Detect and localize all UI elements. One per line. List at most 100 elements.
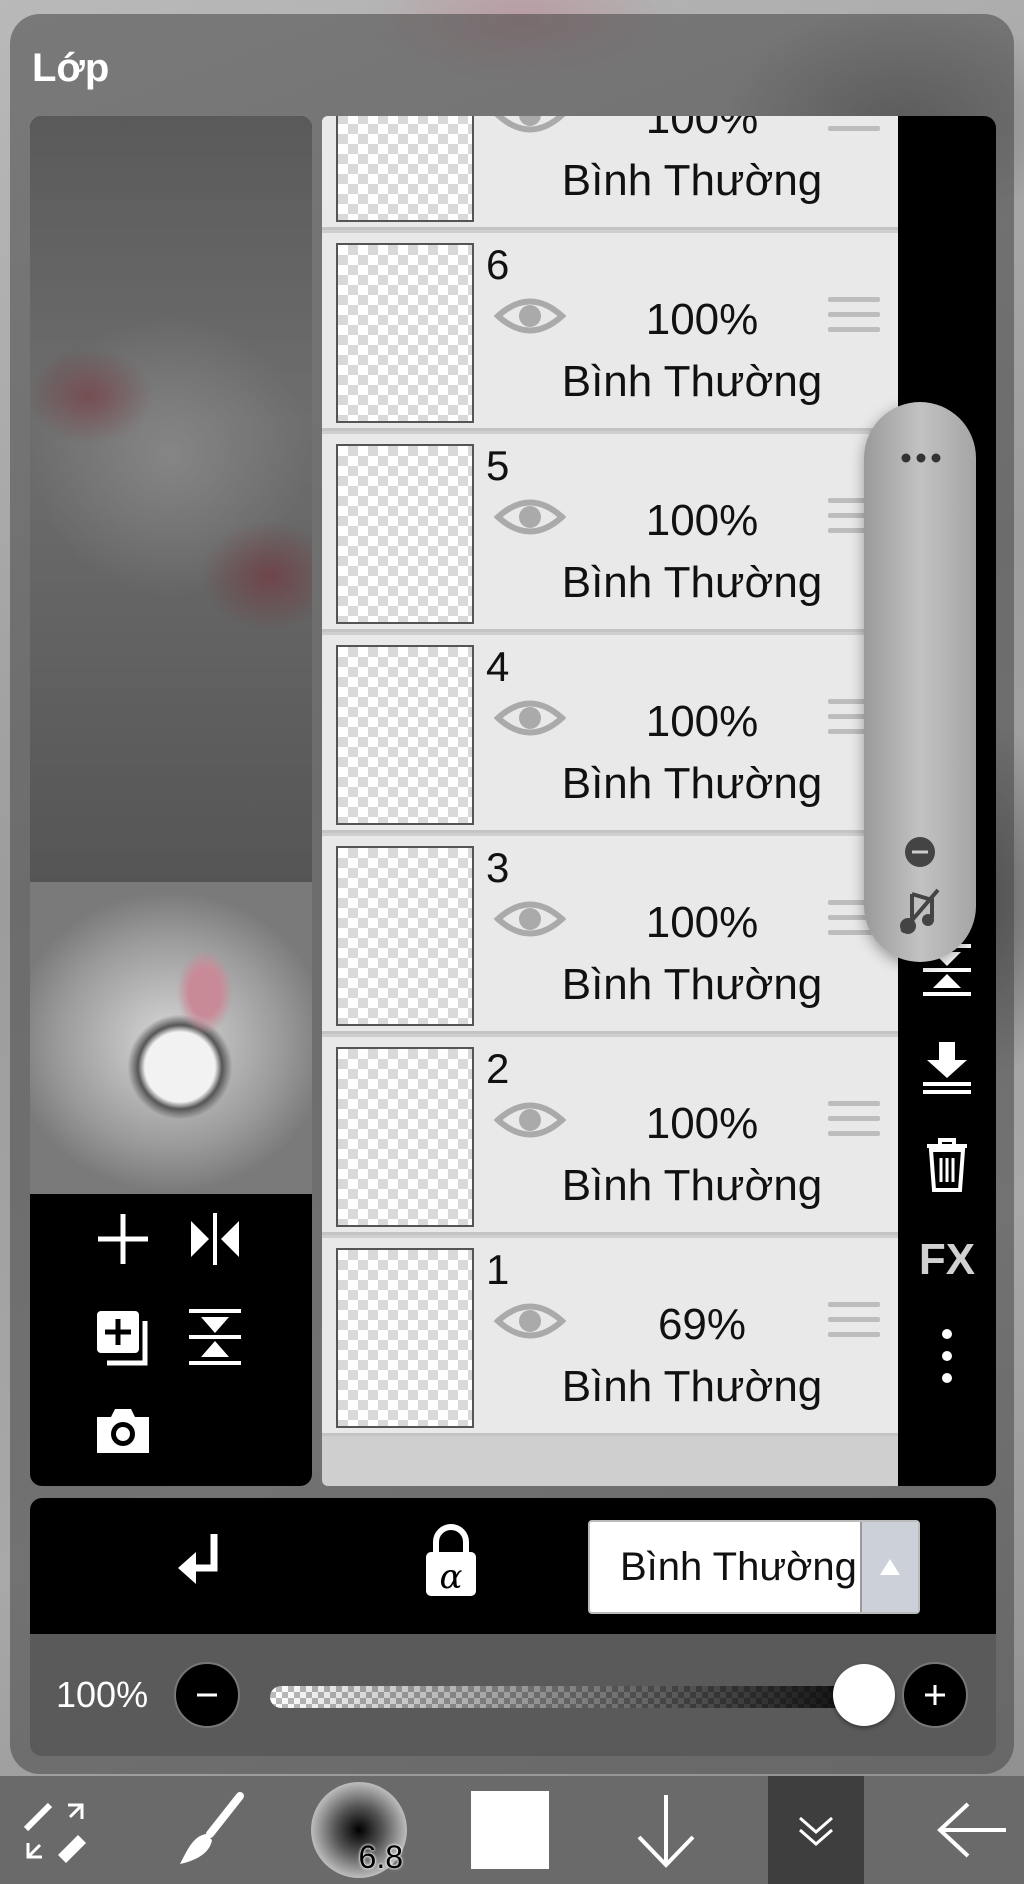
layer-number: 5: [486, 442, 510, 489]
layer-blend-mode: Bình Thường: [561, 558, 823, 607]
brush-size-button[interactable]: 6.8: [304, 1776, 414, 1884]
delete-layer-button[interactable]: [898, 1124, 996, 1204]
layer-row[interactable]: 2 100% Bình Thường: [322, 1037, 898, 1235]
layer-blend-mode: Bình Thường: [561, 1161, 823, 1210]
layer-blend-mode: Bình Thường: [561, 156, 823, 205]
layer-blend-mode: Bình Thường: [561, 759, 823, 808]
fx-label: FX: [918, 1235, 976, 1284]
layer-thumbnail: [336, 1248, 474, 1428]
layer-number: 3: [486, 844, 510, 891]
clip-icon: [178, 1534, 218, 1584]
layer-down-button[interactable]: [616, 1776, 716, 1884]
add-layer-icon: [98, 1214, 148, 1264]
collapse-panel-button[interactable]: [768, 1776, 864, 1884]
opacity-decrease-button[interactable]: [174, 1662, 240, 1728]
layer-number: 6: [486, 241, 510, 288]
camera-button[interactable]: [88, 1396, 158, 1466]
plus-icon: [925, 1685, 945, 1705]
opacity-label: 100%: [56, 1674, 149, 1715]
layer-opacity: 100%: [645, 295, 759, 344]
more-options-button[interactable]: [898, 1316, 996, 1396]
layer-thumbnail: [336, 444, 474, 624]
more-vertical-icon: [942, 1329, 952, 1383]
duplicate-layer-icon: [97, 1311, 148, 1366]
alpha-lock-button[interactable]: α: [422, 1524, 480, 1605]
layer-list[interactable]: 7100%Bình Thường6100%Bình Thường5100%Bìn…: [322, 116, 898, 1486]
layer-thumbnail: [336, 243, 474, 423]
layer-opacity: 100%: [645, 116, 759, 143]
layer-opacity: 100%: [645, 697, 759, 746]
layer-row[interactable]: 1 69% Bình Thường: [322, 1238, 898, 1436]
brush-eraser-switch-icon: [23, 1802, 86, 1863]
camera-icon: [97, 1409, 149, 1453]
layer-row[interactable]: 6 100% Bình Thường: [322, 233, 898, 431]
canvas-preview[interactable]: [30, 882, 312, 1194]
layer-thumbnail: [336, 846, 474, 1026]
opacity-slider-knob[interactable]: [833, 1664, 895, 1726]
bottom-toolbar: 6.8: [0, 1776, 1024, 1884]
duplicate-layer-button[interactable]: [88, 1302, 158, 1372]
minus-icon[interactable]: [904, 836, 936, 868]
eye-icon[interactable]: [494, 1296, 566, 1346]
layer-tools: [30, 1194, 312, 1486]
merge-down-icon: [923, 1042, 971, 1094]
drag-handle-icon[interactable]: [828, 1101, 880, 1145]
minus-icon: [197, 1693, 217, 1697]
left-column: [30, 116, 312, 1486]
eye-icon[interactable]: [494, 116, 566, 140]
blend-mode-select[interactable]: Bình Thường: [588, 1520, 920, 1614]
flip-horizontal-button[interactable]: [180, 1204, 250, 1274]
arrow-down-icon: [637, 1795, 695, 1868]
eye-icon[interactable]: [494, 291, 566, 341]
drag-handle-icon[interactable]: [828, 116, 880, 140]
alpha-lock-icon: α: [426, 1524, 476, 1597]
add-layer-button[interactable]: [88, 1204, 158, 1274]
color-button[interactable]: [460, 1776, 560, 1884]
brush-tool-button[interactable]: [150, 1776, 270, 1884]
layer-number: 2: [486, 1045, 510, 1092]
color-swatch: [471, 1791, 549, 1869]
blend-bar: α Bình Thường: [30, 1498, 996, 1634]
mute-icon[interactable]: [898, 886, 942, 936]
delete-icon: [927, 1138, 967, 1192]
layer-number: 1: [486, 1246, 510, 1293]
more-horizontal-icon[interactable]: [900, 452, 942, 464]
floating-quick-menu[interactable]: [864, 402, 976, 962]
back-button[interactable]: [920, 1776, 1024, 1884]
eye-icon[interactable]: [494, 894, 566, 944]
blend-mode-value: Bình Thường: [620, 1544, 857, 1589]
opacity-slider[interactable]: [270, 1686, 860, 1708]
layer-opacity: 100%: [645, 898, 759, 947]
brush-size-value: 6.8: [358, 1839, 403, 1875]
layer-opacity: 69%: [657, 1300, 747, 1349]
layer-thumbnail: [336, 1047, 474, 1227]
drag-handle-icon[interactable]: [828, 1302, 880, 1346]
dropdown-arrow-icon: [860, 1522, 918, 1612]
layer-thumbnail: [336, 116, 474, 222]
layer-blend-mode: Bình Thường: [561, 960, 823, 1009]
eye-icon[interactable]: [494, 492, 566, 542]
eye-icon[interactable]: [494, 693, 566, 743]
flip-horizontal-icon: [191, 1213, 239, 1265]
opacity-increase-button[interactable]: [902, 1662, 968, 1728]
layer-thumbnail: [336, 645, 474, 825]
layer-row[interactable]: 4 100% Bình Thường: [322, 635, 898, 833]
svg-text:α: α: [440, 1557, 463, 1597]
layer-row[interactable]: 5 100% Bình Thường: [322, 434, 898, 632]
merge-down-button[interactable]: [898, 1026, 996, 1106]
layer-row[interactable]: 7100%Bình Thường: [322, 116, 898, 230]
fx-button[interactable]: FX: [898, 1220, 996, 1300]
brush-preview: 6.8: [311, 1782, 407, 1878]
layer-blend-mode: Bình Thường: [561, 357, 823, 406]
layer-opacity: 100%: [645, 496, 759, 545]
transform-tool-button[interactable]: [0, 1776, 110, 1884]
layer-opacity: 100%: [645, 1099, 759, 1148]
drag-handle-icon[interactable]: [828, 297, 880, 341]
collapse-icon: [799, 1816, 833, 1846]
brush-icon: [180, 1792, 244, 1864]
clipping-button[interactable]: [170, 1528, 230, 1603]
merge-button[interactable]: [180, 1302, 250, 1372]
layer-row[interactable]: 3 100% Bình Thường: [322, 836, 898, 1034]
eye-icon[interactable]: [494, 1095, 566, 1145]
merge-icon: [189, 1309, 241, 1365]
